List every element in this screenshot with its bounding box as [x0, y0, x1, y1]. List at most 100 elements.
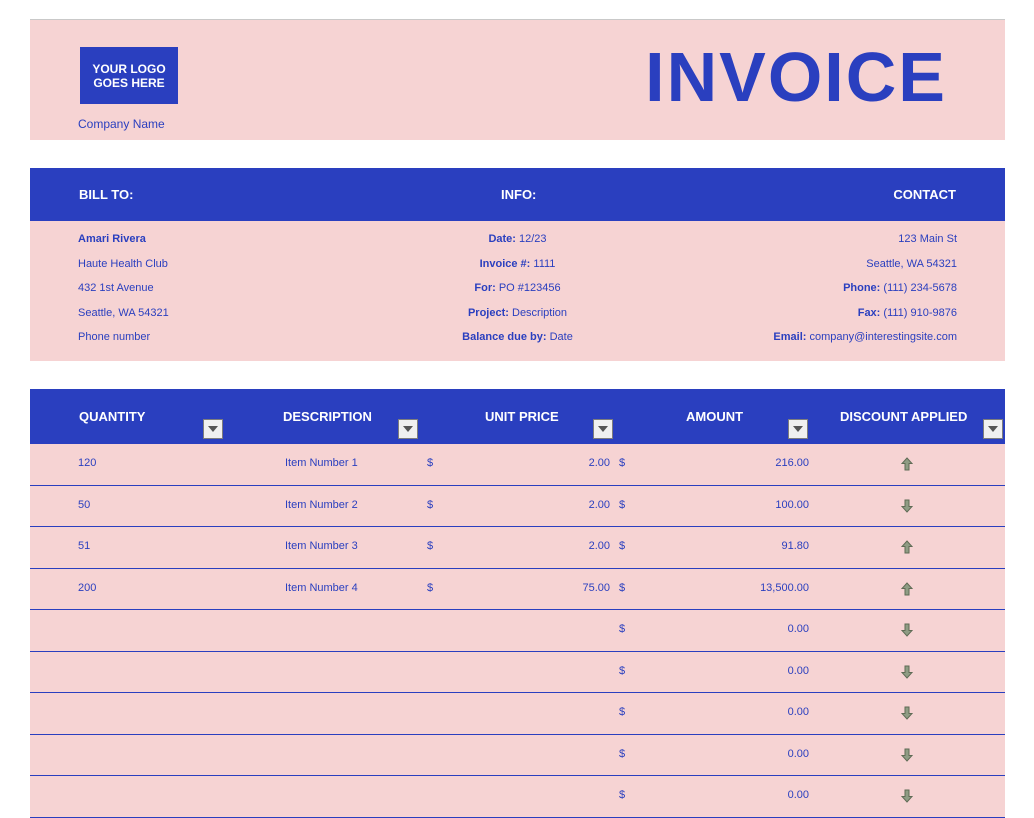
row-unit-price[interactable]: 2.00 — [510, 499, 610, 511]
contact-street: 123 Main St — [898, 233, 957, 245]
discount-arrow-down-icon — [900, 747, 914, 763]
discount-arrow-down-icon — [900, 788, 914, 804]
client-name: Amari Rivera — [78, 233, 146, 245]
row-amount-currency: $ — [619, 747, 626, 760]
row-amount-currency: $ — [619, 706, 626, 718]
client-phone: Phone number — [78, 331, 151, 344]
row-amount: 216.00 — [775, 457, 809, 469]
discount-arrow-up-icon — [900, 581, 914, 597]
info-for-value: PO #123456 — [498, 282, 561, 295]
contact-fax: Fax: (111) 910-9876 — [773, 303, 957, 328]
row-quantity[interactable]: 200 — [78, 582, 96, 594]
contact-email: Email: company@interestingsite.com — [773, 327, 957, 352]
info-date-label: Date: — [488, 233, 516, 245]
unit-price-filter-dropdown-icon[interactable] — [593, 419, 613, 439]
amount-filter-dropdown-icon[interactable] — [788, 419, 808, 439]
table-row[interactable]: 200 Item Number 4 $75.00 $13,500.00 — [30, 568, 1005, 610]
info-date-value: 12/23 — [519, 233, 547, 245]
info-project-label: Project: — [467, 306, 509, 319]
row-quantity[interactable]: 50 — [78, 499, 90, 511]
row-amount: 0.00 — [787, 706, 809, 718]
info-balance-value: Date — [549, 331, 573, 344]
info-balance-due: Balance due by: Date — [360, 327, 675, 352]
contact-fax-value: (111) 910-9876 — [883, 306, 957, 319]
table-row[interactable]: 50 Item Number 2 $2.00 $100.00 — [30, 485, 1005, 527]
row-unit-price-currency: $ — [427, 457, 434, 469]
discount-filter-dropdown-icon[interactable] — [983, 419, 1003, 439]
row-unit-price[interactable]: 2.00 — [510, 540, 610, 552]
contact-phone-label: Phone: — [843, 282, 881, 295]
info-invoice-value: 1111 — [533, 257, 556, 270]
table-row[interactable]: $0.00 — [30, 776, 1005, 818]
row-amount-currency: $ — [619, 664, 626, 677]
row-unit-price[interactable]: 2.00 — [510, 457, 610, 469]
row-amount-currency: $ — [619, 498, 626, 511]
info-invoice-number: Invoice #: 1111 — [360, 254, 675, 279]
column-header-quantity: QUANTITY — [79, 409, 146, 424]
column-header-description: DESCRIPTION — [283, 409, 372, 424]
table-row[interactable]: $0.00 — [30, 610, 1005, 652]
row-quantity[interactable]: 120 — [78, 457, 96, 469]
row-amount-currency: $ — [619, 457, 626, 469]
row-amount: 0.00 — [787, 623, 809, 635]
column-header-amount: AMOUNT — [686, 409, 744, 424]
table-header: QUANTITY DESCRIPTION UNIT PRICE AMOUNT D… — [30, 389, 1005, 444]
contact-email-label: Email: — [773, 331, 807, 344]
row-amount: 0.00 — [787, 789, 809, 801]
client-street: 432 1st Avenue — [78, 282, 154, 295]
contact-email-value: company@interestingsite.com — [809, 331, 957, 344]
contact-heading: CONTACT — [893, 187, 956, 202]
invoice-header: YOUR LOGO GOES HERE Company Name INVOICE — [30, 20, 1005, 140]
info-body: Amari Rivera Haute Health Club 432 1st A… — [30, 221, 1005, 361]
line-items: 120 Item Number 1 $2.00 $216.00 50 Item Numbe… — [30, 444, 1005, 818]
row-unit-price[interactable]: 75.00 — [510, 582, 610, 594]
row-description[interactable]: Item Number 4 — [285, 582, 358, 594]
row-unit-price-currency: $ — [427, 581, 434, 594]
info-project: Project: Description — [360, 303, 675, 328]
row-amount: 0.00 — [787, 664, 809, 677]
discount-arrow-down-icon — [900, 498, 914, 514]
info-header-bar: BILL TO: INFO: CONTACT — [30, 168, 1005, 221]
column-header-unit-price: UNIT PRICE — [485, 409, 559, 424]
info-project-value: Description — [512, 306, 568, 319]
row-quantity[interactable]: 51 — [78, 540, 90, 552]
table-row[interactable]: $0.00 — [30, 693, 1005, 735]
row-description[interactable]: Item Number 2 — [285, 499, 358, 511]
row-amount: 0.00 — [787, 747, 809, 760]
row-amount-currency: $ — [619, 789, 626, 801]
row-amount-currency: $ — [619, 581, 626, 594]
discount-arrow-down-icon — [900, 664, 914, 680]
table-row[interactable]: $0.00 — [30, 734, 1005, 776]
company-name: Company Name — [78, 117, 165, 131]
row-amount: 91.80 — [781, 540, 809, 552]
row-amount: 100.00 — [775, 498, 809, 511]
invoice-title: INVOICE — [645, 38, 947, 116]
row-amount-currency: $ — [619, 623, 626, 635]
row-unit-price-currency: $ — [427, 498, 434, 511]
row-description[interactable]: Item Number 3 — [285, 540, 358, 552]
contact-phone: Phone: (111) 234-5678 — [773, 278, 957, 303]
row-description[interactable]: Item Number 1 — [285, 457, 358, 469]
row-amount-currency: $ — [619, 540, 626, 552]
client-city: Seattle, WA 54321 — [78, 306, 169, 319]
contact-city: Seattle, WA 54321 — [866, 257, 957, 270]
contact-block: 123 Main St Seattle, WA 54321 Phone: (11… — [773, 229, 957, 352]
discount-arrow-up-icon — [900, 456, 914, 472]
table-row[interactable]: 120 Item Number 1 $2.00 $216.00 — [30, 444, 1005, 486]
discount-arrow-up-icon — [900, 539, 914, 555]
row-unit-price-currency: $ — [427, 540, 434, 552]
column-header-discount: DISCOUNT APPLIED — [840, 409, 968, 424]
table-row[interactable]: $0.00 — [30, 651, 1005, 693]
info-block: Date: 12/23 Invoice #: 1111 For: PO #123… — [360, 229, 675, 352]
description-filter-dropdown-icon[interactable] — [398, 419, 418, 439]
table-row[interactable]: 51 Item Number 3 $2.00 $91.80 — [30, 527, 1005, 569]
client-company: Haute Health Club — [78, 257, 168, 270]
quantity-filter-dropdown-icon[interactable] — [203, 419, 223, 439]
info-for-label: For: — [474, 282, 496, 295]
row-amount: 13,500.00 — [760, 581, 809, 594]
info-invoice-label: Invoice #: — [479, 257, 531, 270]
logo-placeholder: YOUR LOGO GOES HERE — [80, 47, 178, 104]
contact-phone-value: (111) 234-5678 — [883, 282, 957, 295]
discount-arrow-down-icon — [900, 705, 914, 721]
info-date: Date: 12/23 — [360, 229, 675, 254]
